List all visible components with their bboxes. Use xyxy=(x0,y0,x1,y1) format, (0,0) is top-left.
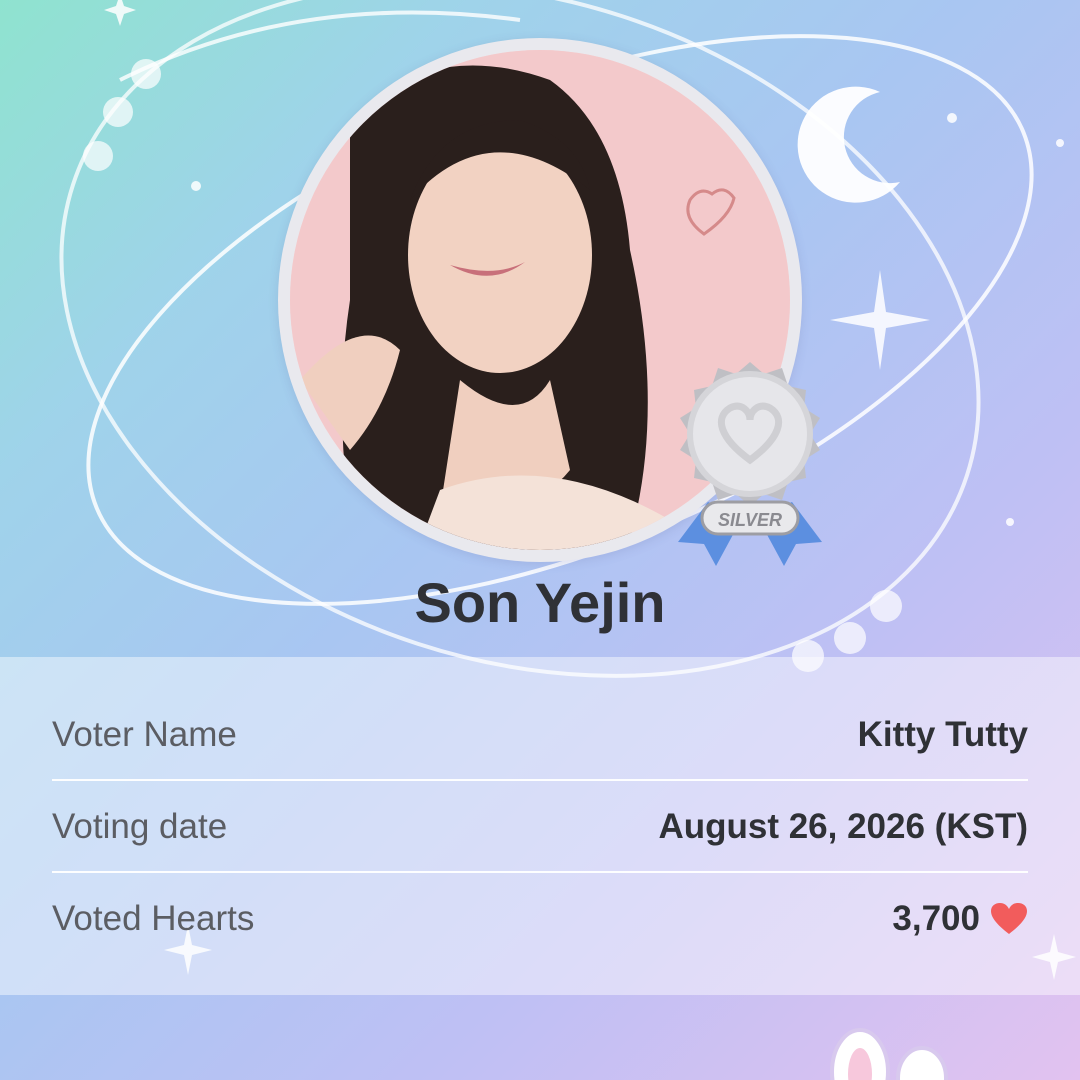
voted-hearts-label: Voted Hearts xyxy=(52,899,255,938)
voter-name-label: Voter Name xyxy=(52,715,237,754)
silver-badge: SILVER xyxy=(650,352,850,572)
voter-name-row: Voter Name Kitty Tutty xyxy=(52,689,1028,781)
vote-info-panel: Voter Name Kitty Tutty Voting date Augus… xyxy=(0,657,1080,995)
bunny-ears-decoration xyxy=(830,1028,948,1080)
voting-date-row: Voting date August 26, 2026 (KST) xyxy=(52,781,1028,873)
voted-hearts-value-wrap: 3,700 xyxy=(892,899,1028,939)
voted-hearts-value: 3,700 xyxy=(892,899,980,938)
voting-date-label: Voting date xyxy=(52,807,228,846)
voter-name-value: Kitty Tutty xyxy=(857,715,1028,754)
idol-name: Son Yejin xyxy=(414,571,666,634)
heart-icon xyxy=(991,903,1027,934)
voted-hearts-row: Voted Hearts 3,700 xyxy=(52,873,1028,965)
badge-label: SILVER xyxy=(717,510,783,530)
voting-date-value: August 26, 2026 (KST) xyxy=(658,807,1028,846)
